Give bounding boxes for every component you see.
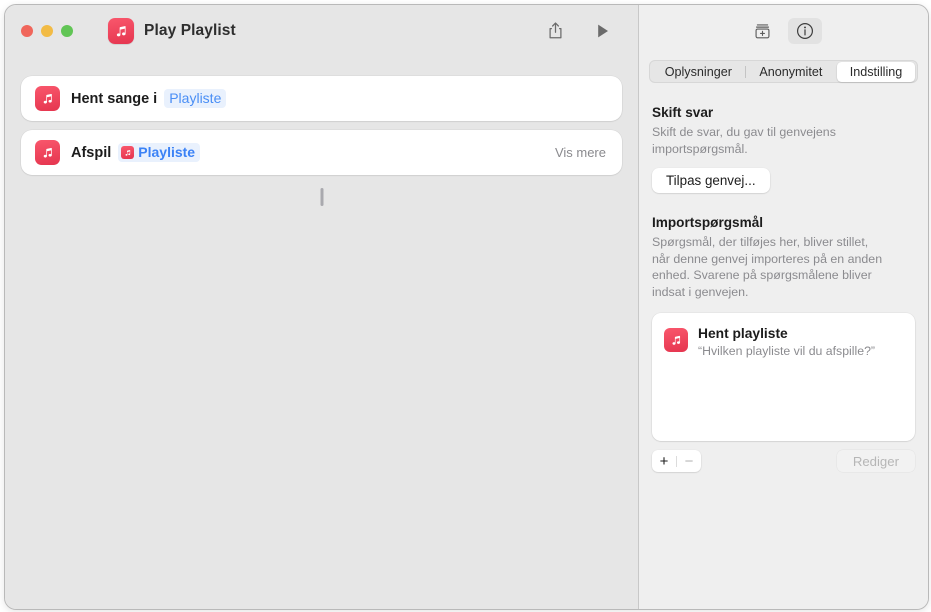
change-answers-description: Skift de svar, du gav til genvejens impo… [652, 125, 836, 156]
inspector-toolbar [639, 5, 928, 57]
share-icon[interactable] [540, 18, 570, 44]
traffic-lights [21, 25, 73, 37]
play-icon[interactable] [588, 18, 618, 44]
list-item-text: Hent playliste “Hvilken playliste vil du… [698, 325, 875, 359]
action-connector [320, 188, 323, 206]
customize-shortcut-button[interactable]: Tilpas genvej... [652, 168, 770, 193]
shortcuts-window: Play Playlist Hent sange i Playliste Afs… [4, 4, 929, 610]
edit-question-button[interactable]: Rediger [836, 450, 915, 472]
music-note-icon [121, 146, 135, 159]
import-questions-list[interactable]: Hent playliste “Hvilken playliste vil du… [652, 313, 915, 441]
change-answers-title: Skift svar [652, 105, 714, 120]
action-prefix: Afspil [71, 144, 112, 161]
shortcut-editor-pane: Play Playlist Hent sange i Playliste Afs… [5, 5, 638, 609]
add-to-library-icon[interactable] [746, 18, 780, 44]
show-more-button[interactable]: Vis mere [555, 145, 606, 160]
import-questions-title: Importspørgsmål [652, 215, 764, 230]
tab-anonymitet[interactable]: Anonymitet [746, 62, 835, 82]
list-item[interactable]: Hent playliste “Hvilken playliste vil du… [664, 325, 903, 359]
inspector-body: Skift svar Skift de svar, du gav til gen… [639, 105, 928, 472]
action-label: Afspil Playliste [71, 142, 201, 163]
action-prefix: Hent sange i [71, 90, 158, 107]
question-prompt: “Hvilken playliste vil du afspille?” [698, 344, 876, 358]
window-title: Play Playlist [144, 22, 236, 39]
music-note-icon [35, 86, 60, 111]
music-note-icon [35, 140, 60, 165]
action-label: Hent sange i Playliste [71, 88, 227, 109]
tab-oplysninger[interactable]: Oplysninger [652, 62, 746, 82]
token-label: Playliste [169, 89, 222, 106]
info-circle-icon[interactable] [787, 18, 822, 44]
token-label: Playliste [138, 143, 196, 160]
music-note-icon [664, 328, 688, 352]
inspector-tabs: Oplysninger Anonymitet Indstilling [649, 60, 918, 83]
action-token-playliste[interactable]: Playliste [164, 88, 227, 109]
minimize-button[interactable] [41, 25, 53, 37]
close-button[interactable] [21, 25, 33, 37]
add-remove-control: + − [652, 450, 701, 472]
zoom-button[interactable] [61, 25, 73, 37]
remove-question-button[interactable]: − [677, 450, 701, 472]
music-note-icon [108, 18, 134, 44]
tab-indstilling[interactable]: Indstilling [836, 61, 916, 82]
add-question-button[interactable]: + [652, 450, 676, 472]
import-questions-description: Spørgsmål, der tilføjes her, bliver stil… [652, 235, 883, 299]
action-card-play[interactable]: Afspil Playliste Vis mere [21, 130, 622, 175]
import-questions-footer: + − Rediger [652, 450, 915, 472]
action-card-get-songs[interactable]: Hent sange i Playliste [21, 76, 622, 121]
inspector-pane: Oplysninger Anonymitet Indstilling Skift… [639, 5, 928, 609]
actions-list: Hent sange i Playliste Afspil Playliste … [5, 76, 638, 206]
action-token-playliste[interactable]: Playliste [118, 142, 201, 163]
window-titlebar: Play Playlist [5, 5, 638, 57]
question-title: Hent playliste [698, 326, 788, 341]
